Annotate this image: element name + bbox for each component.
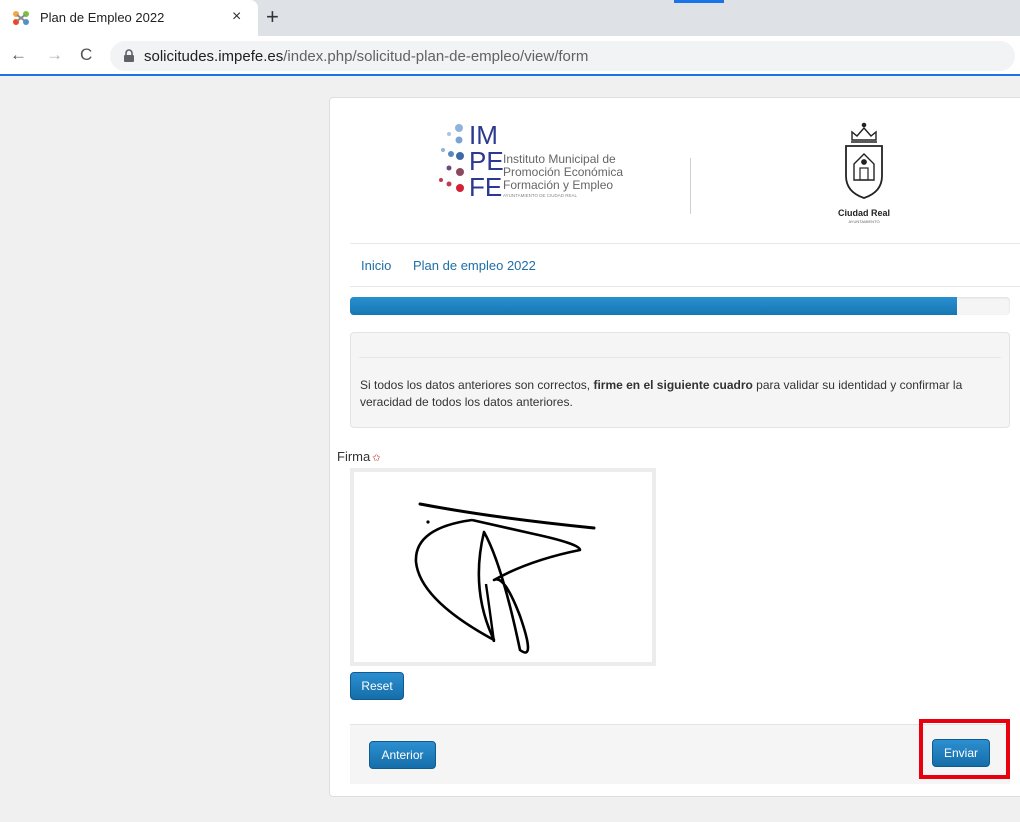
- form-footer: Anterior Enviar: [350, 719, 1010, 784]
- address-bar[interactable]: solicitudes.impefe.es/index.php/solicitu…: [110, 41, 1015, 71]
- impefe-line-2: Promoción Económica: [503, 165, 623, 179]
- submit-button[interactable]: Enviar: [932, 739, 990, 767]
- notice-text-bold: firme en el siguiente cuadro: [593, 378, 753, 392]
- url-text: solicitudes.impefe.es/index.php/solicitu…: [144, 48, 588, 65]
- reload-icon[interactable]: C: [80, 45, 92, 65]
- signature-pad[interactable]: [350, 468, 656, 666]
- impefe-line-3: Formación y Empleo: [503, 178, 613, 192]
- form-card: IM PE FE Instituto Municipal de Promoció…: [329, 97, 1020, 797]
- url-host: solicitudes.impefe.es: [144, 48, 284, 65]
- breadcrumb: Inicio Plan de empleo 2022: [350, 245, 1020, 287]
- breadcrumb-home-link[interactable]: Inicio: [361, 258, 391, 273]
- impefe-line-1: Instituto Municipal de: [503, 152, 616, 166]
- header-logos: IM PE FE Instituto Municipal de Promoció…: [350, 98, 1020, 244]
- signature-label-text: Firma: [337, 449, 371, 464]
- logo-divider: [690, 158, 691, 214]
- tab-close-icon[interactable]: ×: [232, 8, 241, 26]
- required-star-icon: ✩: [372, 453, 381, 464]
- notice-divider: [359, 357, 1001, 358]
- impefe-logo: IM PE FE Instituto Municipal de Promoció…: [439, 120, 623, 202]
- new-tab-icon[interactable]: +: [266, 6, 279, 28]
- ciudad-sub: AYUNTAMIENTO: [848, 219, 879, 224]
- signature-notice: Si todos los datos anteriores son correc…: [350, 332, 1010, 428]
- form-progress-fill: [350, 297, 958, 315]
- shield-icon: [845, 145, 883, 199]
- signature-label: Firma ✩: [337, 449, 381, 464]
- tab-title: Plan de Empleo 2022: [40, 10, 165, 25]
- impefe-sub: AYUNTAMIENTO DE CIUDAD REAL: [503, 193, 578, 198]
- previous-button[interactable]: Anterior: [369, 741, 436, 769]
- back-arrow-icon[interactable]: ←: [10, 45, 27, 65]
- ciudad-real-logo: Ciudad Real AYUNTAMIENTO: [838, 122, 890, 224]
- form-progress: [350, 297, 1010, 315]
- breadcrumb-plan-link[interactable]: Plan de empleo 2022: [413, 258, 536, 273]
- reset-signature-button[interactable]: Reset: [350, 672, 404, 700]
- notice-text-before: Si todos los datos anteriores son correc…: [360, 378, 594, 392]
- tab-strip-accent: [674, 0, 724, 3]
- page-viewport: IM PE FE Instituto Municipal de Promoció…: [0, 78, 1020, 822]
- url-path: /index.php/solicitud-plan-de-empleo/view…: [283, 48, 589, 65]
- browser-toolbar: ← → C solicitudes.impefe.es/index.php/so…: [0, 36, 1020, 76]
- impefe-letters-fe: FE: [469, 172, 502, 202]
- forward-arrow-icon[interactable]: →: [46, 45, 63, 65]
- lock-icon: [124, 49, 134, 62]
- joomla-favicon-icon: [13, 11, 29, 25]
- signature-drawing: [414, 502, 596, 654]
- crown-icon: [851, 122, 877, 143]
- notice-text: Si todos los datos anteriores son correc…: [360, 377, 1000, 411]
- ciudad-name: Ciudad Real: [838, 208, 890, 218]
- browser-tabbar: Plan de Empleo 2022 × +: [0, 0, 1020, 36]
- browser-tab[interactable]: Plan de Empleo 2022 ×: [0, 0, 258, 36]
